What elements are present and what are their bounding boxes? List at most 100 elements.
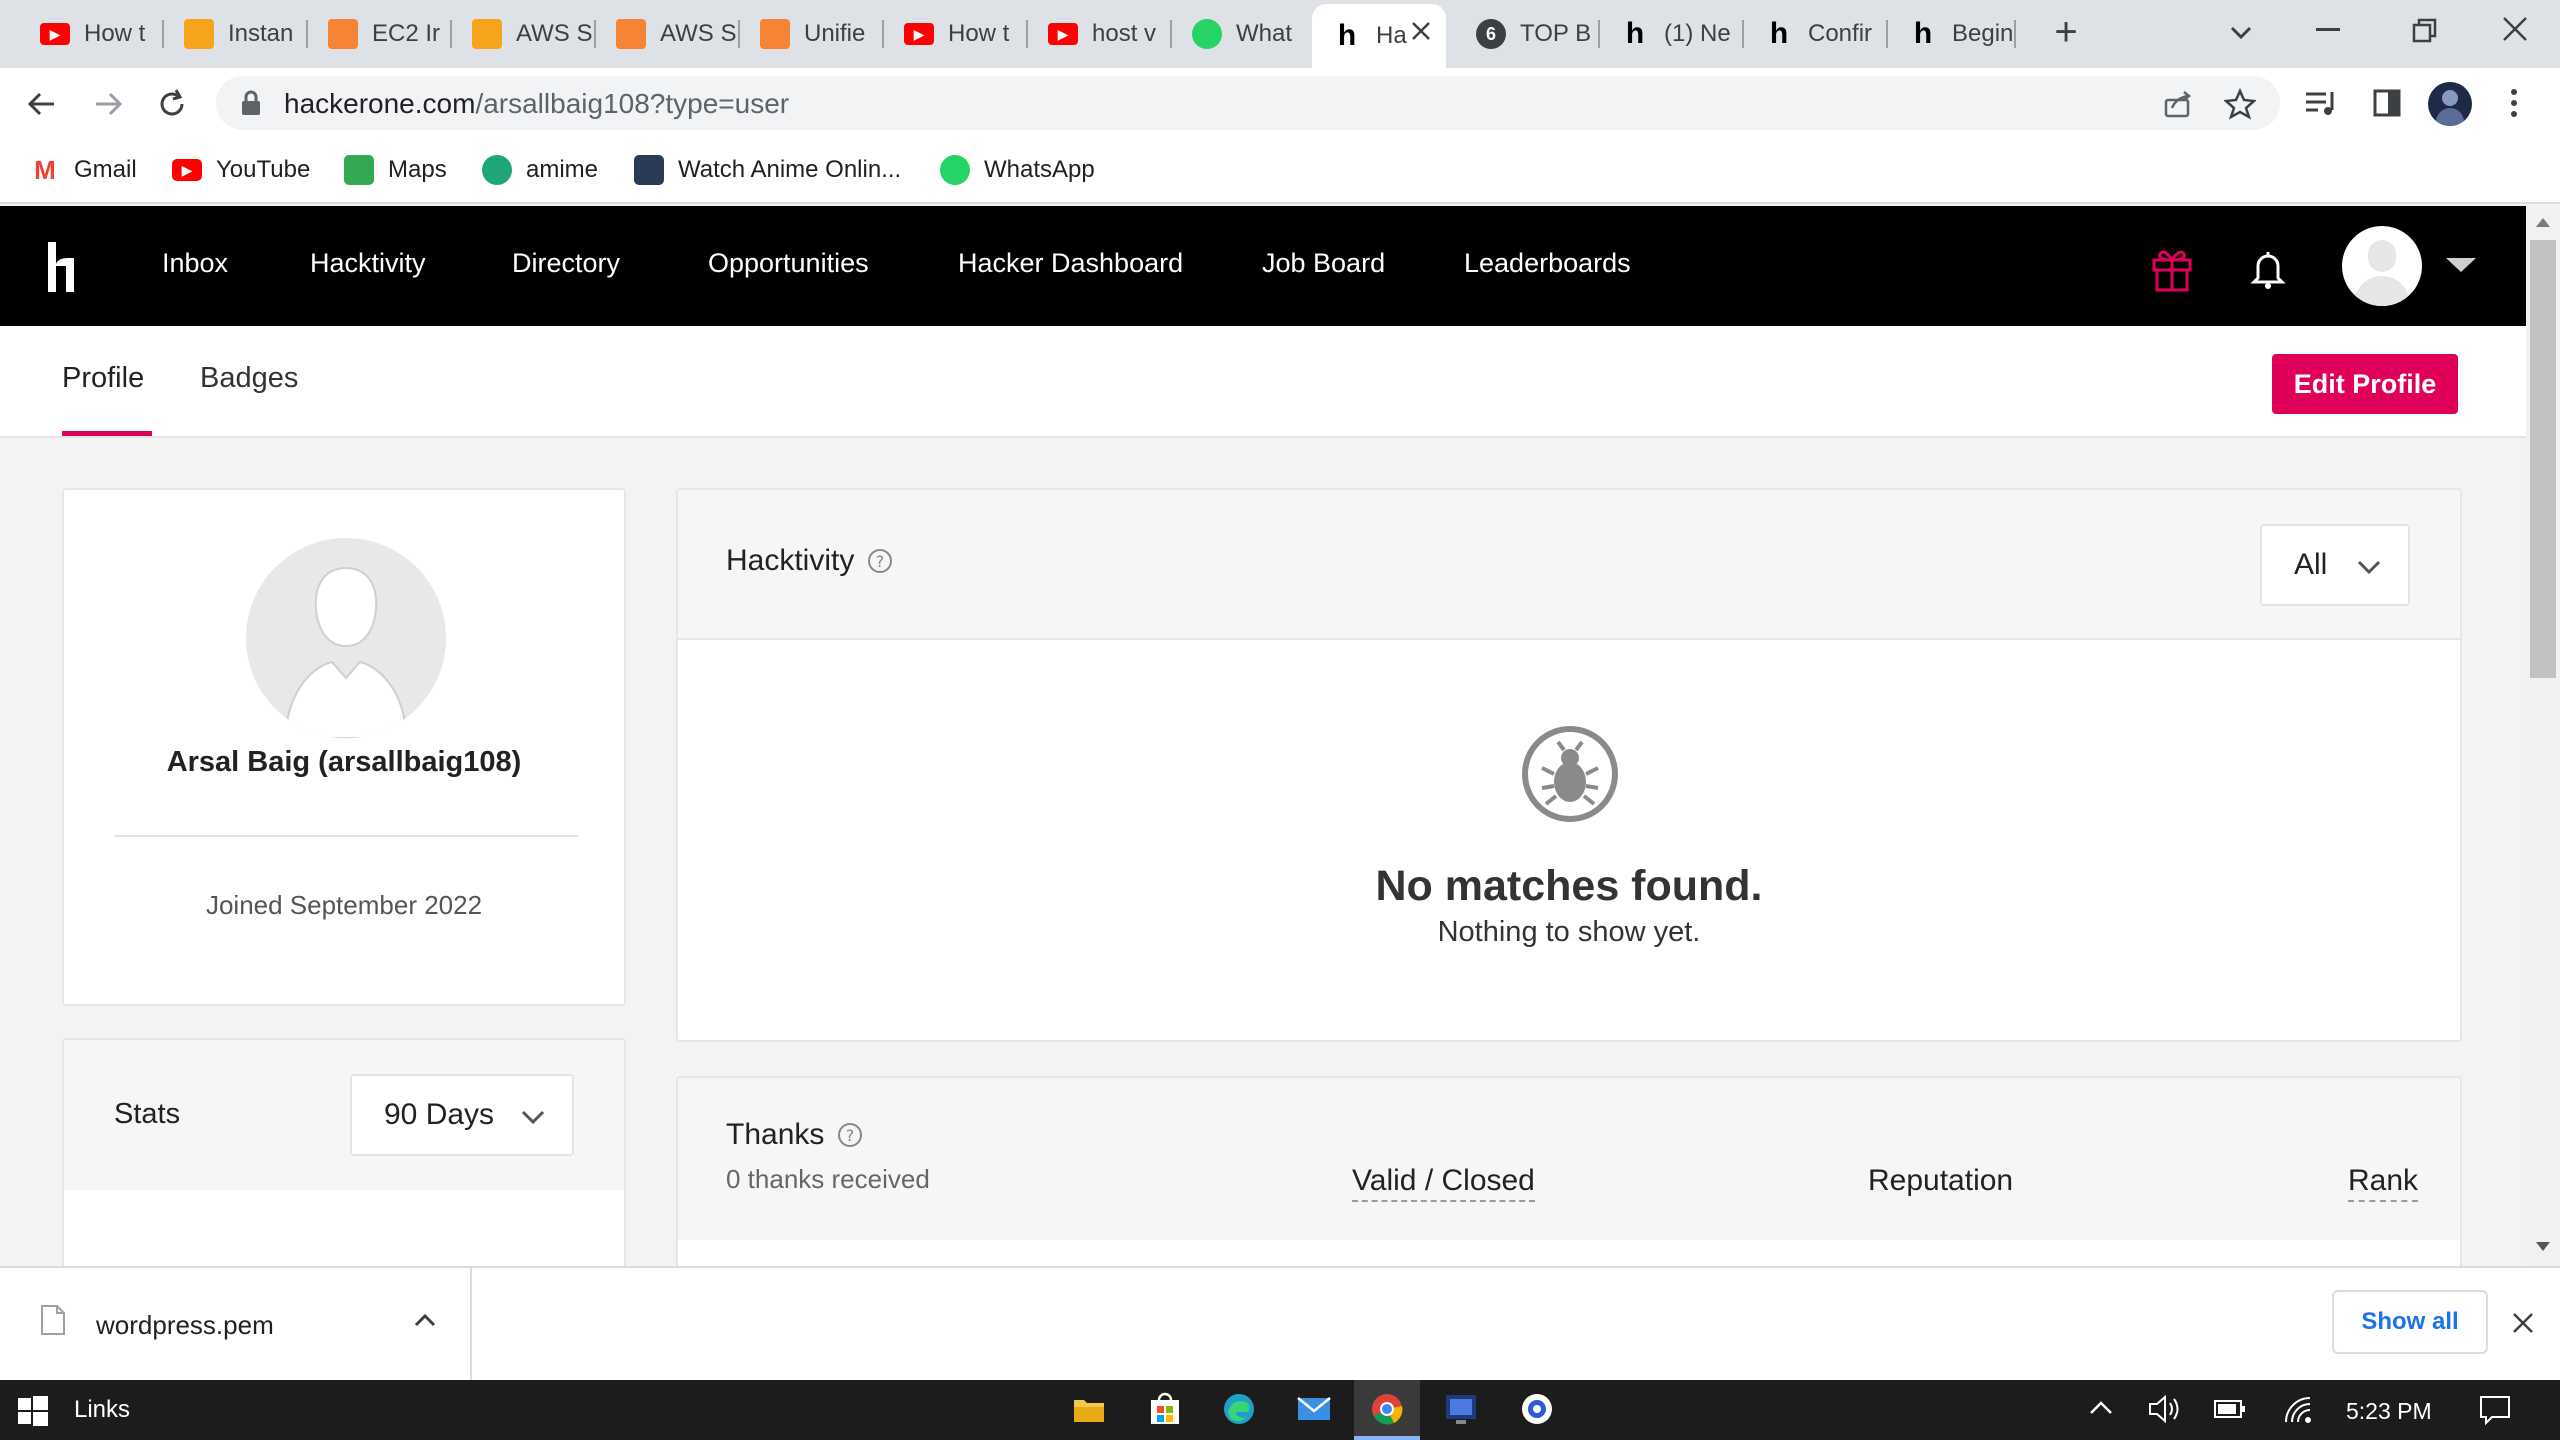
- user-avatar[interactable]: [2342, 226, 2422, 306]
- edge-browser-icon[interactable]: [1222, 1392, 1256, 1426]
- forward-button[interactable]: [90, 86, 126, 122]
- close-tab-icon[interactable]: [1410, 20, 1432, 42]
- browser-tab[interactable]: ▶ host v: [1028, 8, 1172, 60]
- browser-tab[interactable]: AWS S: [452, 8, 596, 60]
- media-control-icon[interactable]: [2304, 88, 2338, 118]
- battery-icon[interactable]: [2214, 1398, 2246, 1420]
- show-hidden-icons-icon[interactable]: [2088, 1398, 2114, 1418]
- file-explorer-icon[interactable]: [1072, 1394, 1106, 1424]
- profile-name: Arsal Baig (arsallbaig108): [166, 746, 522, 778]
- browser-tab[interactable]: ▶ How t: [20, 8, 164, 60]
- column-valid-closed[interactable]: Valid / Closed: [1352, 1164, 1535, 1202]
- account-dropdown-arrow-icon[interactable]: [2446, 258, 2476, 272]
- bookmark-label: Gmail: [74, 156, 137, 183]
- nav-directory[interactable]: Directory: [512, 248, 620, 279]
- tab-badges[interactable]: Badges: [200, 362, 298, 395]
- browser-tab[interactable]: h (1) Ne: [1600, 8, 1744, 60]
- mail-icon[interactable]: [1296, 1394, 1332, 1424]
- tab-profile[interactable]: Profile: [62, 362, 144, 395]
- show-all-downloads-button[interactable]: Show all: [2332, 1290, 2488, 1354]
- minimize-button[interactable]: [2316, 28, 2340, 31]
- bookmark-item[interactable]: WhatsApp: [940, 152, 1095, 188]
- hackerone-logo[interactable]: [44, 238, 84, 296]
- scrollbar-thumb[interactable]: [2530, 240, 2556, 678]
- new-tab-button[interactable]: +: [2046, 12, 2086, 54]
- bookmark-item[interactable]: M Gmail: [30, 152, 137, 188]
- scroll-down-arrow-icon[interactable]: [2536, 1242, 2550, 1251]
- reload-button[interactable]: [154, 86, 190, 122]
- youtube-icon: ▶: [40, 23, 70, 45]
- aws-ec2-icon: [616, 19, 646, 49]
- browser-tab[interactable]: h Begin: [1888, 8, 2016, 60]
- volume-icon[interactable]: [2148, 1394, 2182, 1424]
- microsoft-store-icon[interactable]: [1148, 1392, 1182, 1426]
- empty-state-subtitle: Nothing to show yet.: [1437, 916, 1701, 948]
- profile-avatar: [246, 538, 446, 738]
- edit-profile-button[interactable]: Edit Profile: [2272, 354, 2458, 414]
- nav-job-board[interactable]: Job Board: [1262, 248, 1385, 279]
- download-shelf: wordpress.pem Show all: [0, 1266, 2560, 1380]
- nav-inbox[interactable]: Inbox: [162, 248, 228, 279]
- browser-tab[interactable]: h Confir: [1744, 8, 1888, 60]
- chrome-menu-icon[interactable]: [2508, 86, 2520, 120]
- bookmark-item[interactable]: Maps: [344, 152, 447, 188]
- hacktivity-filter-select[interactable]: All: [2260, 524, 2410, 606]
- chrome-profile-avatar[interactable]: [2428, 82, 2472, 126]
- bookmark-item[interactable]: Watch Anime Onlin...: [634, 152, 901, 188]
- chrome-taskbar-icon[interactable]: [1354, 1380, 1420, 1440]
- column-rank[interactable]: Rank: [2348, 1164, 2419, 1202]
- tab-label: What: [1236, 20, 1293, 47]
- close-window-button[interactable]: [2500, 14, 2530, 44]
- nav-hacker-dashboard[interactable]: Hacker Dashboard: [958, 248, 1183, 279]
- medium-icon: 6: [1476, 19, 1506, 49]
- wifi-icon[interactable]: [2282, 1394, 2314, 1426]
- url-domain: hackerone.com: [284, 88, 476, 119]
- taskbar-search-label[interactable]: Links: [74, 1396, 130, 1424]
- browser-toolbar: hackerone.com/arsallbaig108?type=user: [0, 68, 2560, 138]
- bookmark-item[interactable]: amime: [482, 152, 598, 188]
- nav-leaderboards[interactable]: Leaderboards: [1464, 248, 1631, 279]
- browser-tab[interactable]: EC2 Ir: [308, 8, 452, 60]
- nav-opportunities[interactable]: Opportunities: [708, 248, 869, 279]
- bookmark-star-icon[interactable]: [2223, 87, 2257, 120]
- download-item[interactable]: wordpress.pem: [0, 1268, 472, 1380]
- close-download-shelf-icon[interactable]: [2510, 1310, 2536, 1336]
- help-icon[interactable]: ?: [836, 1121, 864, 1149]
- page-scrollbar[interactable]: [2526, 206, 2560, 1266]
- chevron-down-icon: [521, 1110, 545, 1125]
- nav-hacktivity[interactable]: Hacktivity: [310, 248, 426, 279]
- restore-button[interactable]: [2412, 18, 2438, 44]
- app-circle-icon[interactable]: [1520, 1392, 1554, 1426]
- browser-tab[interactable]: Unifie: [740, 8, 884, 60]
- browser-tab[interactable]: Instan: [164, 8, 308, 60]
- browser-tab[interactable]: What: [1172, 8, 1312, 60]
- hacktivity-title-text: Hacktivity: [726, 544, 855, 577]
- help-icon[interactable]: ?: [866, 547, 894, 575]
- share-icon[interactable]: [2162, 88, 2194, 120]
- gift-icon[interactable]: [2150, 246, 2194, 292]
- browser-tab[interactable]: h Ha: [1312, 4, 1446, 68]
- dev-app-icon[interactable]: [1444, 1392, 1478, 1426]
- tab-label: AWS S: [660, 20, 737, 47]
- browser-tab[interactable]: 6 TOP B: [1456, 8, 1600, 60]
- browser-tab[interactable]: AWS S: [596, 8, 740, 60]
- chevron-up-icon[interactable]: [412, 1310, 438, 1330]
- notification-center-icon[interactable]: [2478, 1394, 2512, 1426]
- address-bar[interactable]: hackerone.com/arsallbaig108?type=user: [216, 76, 2280, 130]
- windows-start-icon[interactable]: [18, 1396, 48, 1426]
- tab-search-icon[interactable]: [2226, 18, 2256, 48]
- browser-tab[interactable]: ▶ How t: [884, 8, 1028, 60]
- system-clock[interactable]: 5:23 PM: [2346, 1398, 2432, 1425]
- tab-label: Unifie: [804, 20, 866, 47]
- scroll-up-arrow-icon[interactable]: [2536, 218, 2550, 227]
- back-button[interactable]: [24, 86, 60, 122]
- hackerone-icon: h: [1337, 19, 1357, 52]
- youtube-icon: ▶: [1048, 23, 1078, 45]
- notification-bell-icon[interactable]: [2250, 248, 2286, 290]
- bookmark-item[interactable]: ▶ YouTube: [172, 152, 310, 188]
- tab-label: AWS S: [516, 20, 593, 47]
- stats-period-select[interactable]: 90 Days: [350, 1074, 574, 1156]
- hackerone-icon: h: [1769, 17, 1789, 50]
- aws-ec2-icon: [328, 19, 358, 49]
- side-panel-icon[interactable]: [2372, 88, 2402, 118]
